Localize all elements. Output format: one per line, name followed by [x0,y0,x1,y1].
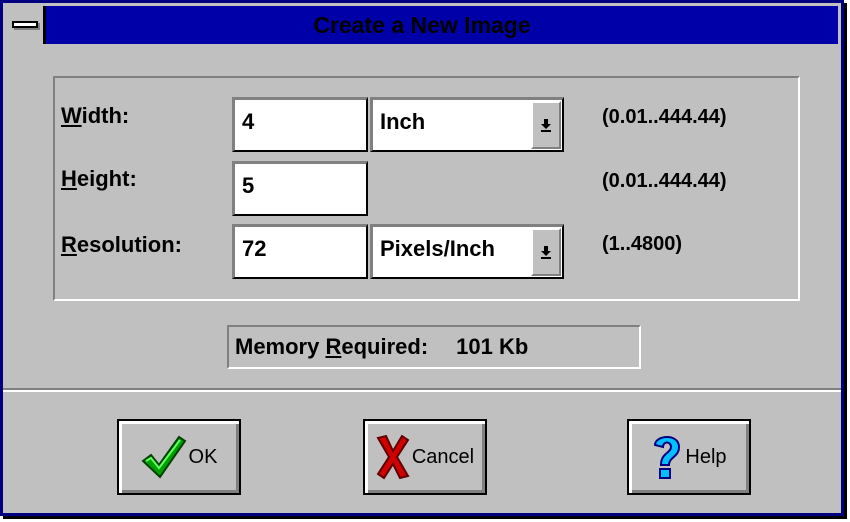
create-image-dialog: Create a New Image Width: 4 Inch (0.01..… [0,0,844,516]
check-icon [140,435,186,479]
dialog-title: Create a New Image [313,11,531,38]
width-input[interactable]: 4 [232,97,368,152]
system-menu-icon[interactable] [6,6,46,44]
system-menu-bar [12,21,38,28]
resolution-range: (1..4800) [602,233,683,255]
memory-required: Memory Required: 101 Kb [227,325,641,369]
memory-label-suffix: equired: [341,334,429,359]
width-label: Width: [61,103,130,128]
resolution-input[interactable]: 72 [232,224,368,279]
title-bar[interactable]: Create a New Image [6,6,838,44]
question-icon [654,436,681,479]
width-unit-select[interactable]: Inch [370,97,564,152]
dropdown-arrow-icon[interactable] [531,101,561,149]
width-range: (0.01..444.44) [602,106,727,128]
x-icon [376,434,410,480]
height-input[interactable]: 5 [232,161,368,216]
memory-label-prefix: Memory [235,334,326,359]
resolution-unit-select[interactable]: Pixels/Inch [370,224,564,279]
memory-value: 101 Kb [456,334,529,359]
ok-button[interactable]: OK [117,419,241,495]
memory-label-accel: R [325,334,342,359]
dropdown-arrow-icon[interactable] [531,228,561,276]
height-range: (0.01..444.44) [602,170,727,192]
separator-highlight [3,390,841,392]
cancel-button[interactable]: Cancel [363,419,487,495]
resolution-label: Resolution: [61,232,182,257]
height-label: Height: [61,166,137,191]
help-button[interactable]: Help [627,419,751,495]
